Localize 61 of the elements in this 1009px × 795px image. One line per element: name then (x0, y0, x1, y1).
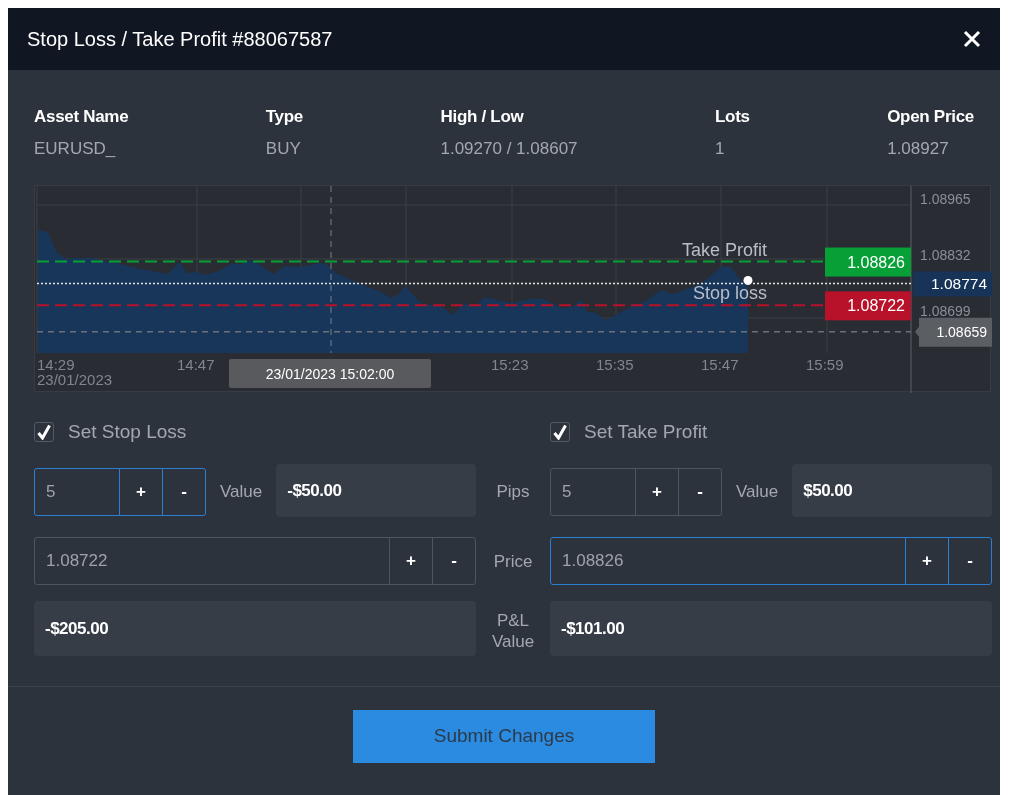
level-label: Stop loss (692, 283, 767, 304)
time-tick: 15:47 (701, 356, 739, 373)
field-label: Lots (715, 106, 750, 128)
value-input[interactable]: 5 (35, 468, 119, 515)
pips-stepper[interactable]: 5 + - (34, 467, 206, 516)
time-tick: 15:35 (596, 356, 634, 373)
value-label: Value (736, 480, 779, 503)
checkbox[interactable] (550, 422, 570, 442)
price-dot (743, 275, 753, 285)
value-display: -$50.00 (276, 464, 476, 517)
pnl-display: -$101.00 (550, 601, 992, 656)
field-label: High / Low (440, 106, 525, 128)
pnl-display: -$205.00 (34, 601, 476, 656)
time-tick: 15:23 (491, 356, 529, 373)
checkmark-icon (37, 424, 51, 440)
field-value: 1.09270 / 1.08607 (440, 137, 578, 160)
price-stepper[interactable]: 1.08826 + - (550, 537, 992, 585)
crosshair-time: 23/01/2023 15:02:00 (265, 366, 395, 382)
field-value: 1 (715, 137, 726, 160)
field-value: EURUSD_ (34, 137, 117, 160)
increment-button[interactable]: + (389, 538, 432, 584)
open-price-text: 1.08659 (936, 323, 987, 340)
checkmark-icon (553, 424, 567, 440)
value-input[interactable]: 1.08722 (35, 538, 389, 584)
checkbox-label: Set Stop Loss (68, 419, 187, 444)
time-tick: 14:47 (177, 356, 215, 373)
increment-button[interactable]: + (119, 468, 162, 515)
checkbox[interactable] (34, 422, 54, 442)
value-input[interactable]: 1.08826 (551, 538, 905, 584)
price-tick: 1.08965 (920, 191, 971, 207)
pips-stepper[interactable]: 5 + - (550, 467, 722, 516)
field-label: Open Price (887, 106, 974, 128)
time-tick: 14:29 (37, 356, 75, 373)
price-tag-text: 1.08826 (847, 253, 905, 271)
decrement-button[interactable]: - (678, 468, 721, 515)
decrement-button[interactable]: - (432, 538, 475, 584)
price-tick: 1.08699 (920, 303, 971, 319)
increment-button[interactable]: + (635, 468, 678, 515)
field-value: BUY (265, 137, 302, 160)
value-input[interactable]: 5 (551, 468, 635, 515)
dialog-title: Stop Loss / Take Profit #88067587 (27, 27, 333, 52)
increment-button[interactable]: + (905, 538, 948, 584)
time-tick-date: 23/01/2023 (37, 371, 113, 388)
row-label: Pips (495, 481, 531, 502)
field-label: Type (265, 106, 303, 128)
decrement-button[interactable]: - (948, 538, 991, 584)
value-display: $50.00 (792, 464, 992, 517)
field-label: Asset Name (34, 106, 129, 128)
row-label: Price (492, 550, 534, 572)
checkbox-label: Set Take Profit (584, 419, 708, 444)
value-label: Value (220, 480, 263, 503)
field-value: 1.08927 (887, 137, 949, 160)
current-price-text: 1.08774 (930, 275, 987, 293)
close-icon (963, 30, 981, 48)
price-stepper[interactable]: 1.08722 + - (34, 537, 476, 585)
row-label: P&L Value (490, 609, 536, 652)
decrement-button[interactable]: - (162, 468, 205, 515)
level-label: Take Profit (681, 239, 767, 260)
price-tick: 1.08832 (920, 247, 971, 263)
time-tick: 15:59 (806, 356, 844, 373)
price-tag-text: 1.08722 (847, 297, 905, 315)
